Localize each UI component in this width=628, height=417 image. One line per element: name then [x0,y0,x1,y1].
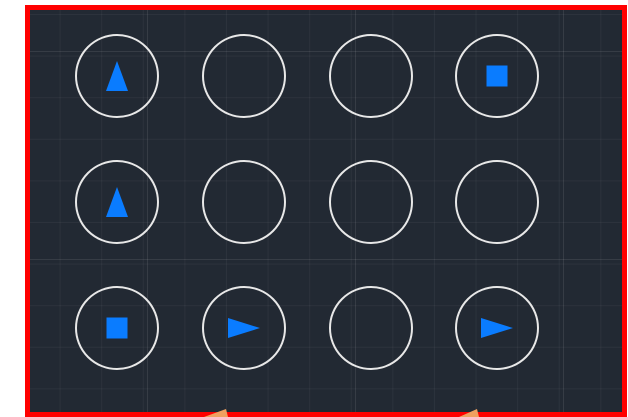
cell-r2-c3[interactable] [329,160,413,244]
cell-r1-c1[interactable] [75,34,159,118]
cell-r2-c2[interactable] [202,160,286,244]
square-icon [486,65,508,87]
cell-r3-c1[interactable] [75,286,159,370]
triangle-right-icon [228,318,260,338]
cell-r2-c1[interactable] [75,160,159,244]
triangle-right-icon [481,318,513,338]
cell-r3-c4[interactable] [455,286,539,370]
cell-r1-c3[interactable] [329,34,413,118]
cell-r2-c4[interactable] [455,160,539,244]
cell-r1-c4[interactable] [455,34,539,118]
cell-r3-c2[interactable] [202,286,286,370]
triangle-up-icon [106,61,128,91]
cell-r3-c3[interactable] [329,286,413,370]
cell-r1-c2[interactable] [202,34,286,118]
cursor-arrow-left-icon [204,409,228,417]
triangle-up-icon [106,187,128,217]
cursor-arrow-right-icon [459,409,479,417]
square-icon [106,317,128,339]
game-board [25,5,627,417]
cursor-marks [204,409,479,417]
